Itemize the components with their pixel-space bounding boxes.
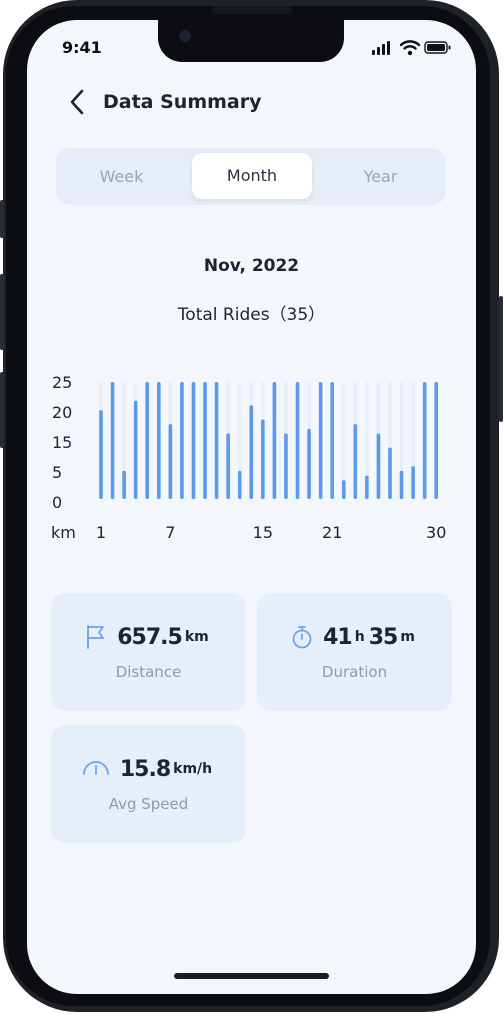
duration-minutes-unit: m: [400, 629, 415, 645]
bar-day-14[interactable]: [249, 405, 254, 499]
avg-speed-label: Avg Speed: [108, 795, 189, 813]
mute-switch: [0, 200, 4, 238]
distance-card: 657.5 km Distance: [51, 593, 246, 711]
bar-day-15[interactable]: [261, 419, 265, 499]
total-rides-label: Total Rides（35）: [177, 305, 326, 325]
screen: 9:41 Data Summary Week Month Year Nov, 2…: [27, 20, 476, 994]
flag-icon: [87, 625, 105, 649]
bar-day-2[interactable]: [110, 382, 115, 499]
bar-day-19[interactable]: [307, 428, 311, 499]
distance-label: Distance: [115, 663, 182, 681]
notch: [158, 20, 344, 62]
period-label: Nov, 2022: [203, 256, 300, 276]
bar-day-4[interactable]: [133, 400, 138, 499]
rides-bar-chart: 25 20 15 5 0 km 1 7 15 21 30: [51, 373, 446, 542]
bar-day-9[interactable]: [191, 382, 196, 499]
bar-day-25[interactable]: [376, 433, 381, 499]
tab-week[interactable]: Week: [56, 148, 187, 205]
home-indicator: [174, 973, 329, 979]
volume-down-button: [0, 372, 4, 448]
bar-day-28[interactable]: [411, 466, 415, 499]
bar-day-10[interactable]: [203, 382, 207, 499]
x-tick-label: 21: [322, 523, 342, 542]
tab-year[interactable]: Year: [315, 148, 446, 205]
x-tick-label: 30: [426, 523, 446, 542]
bar-day-27[interactable]: [399, 470, 404, 499]
status-time: 9:41: [62, 38, 102, 57]
battery-icon: [424, 41, 451, 54]
bar-day-29[interactable]: [422, 382, 427, 499]
speedometer-icon: [82, 761, 109, 775]
bar-day-7[interactable]: [168, 424, 173, 499]
duration-label: Duration: [321, 663, 388, 681]
stopwatch-icon: [292, 626, 312, 649]
duration-card: 41 h 35 m Duration: [257, 593, 452, 711]
y-tick-label: 0: [52, 493, 62, 512]
bar-day-22[interactable]: [341, 480, 346, 499]
status-icons: [372, 40, 451, 56]
x-tick-label: 7: [165, 523, 175, 542]
y-tick-label: 15: [52, 433, 72, 452]
bar-day-6[interactable]: [157, 382, 161, 499]
volume-up-button: [0, 274, 4, 350]
bar-day-20[interactable]: [318, 382, 323, 499]
distance-value: 657.5: [117, 624, 183, 650]
distance-unit: km: [184, 629, 209, 645]
avg-speed-unit: km/h: [173, 761, 213, 777]
bar-day-12[interactable]: [226, 433, 230, 499]
back-button[interactable]: [67, 88, 89, 116]
y-tick-label: 5: [52, 463, 62, 482]
duration-hours: 41: [323, 624, 353, 650]
y-tick-label: 20: [52, 403, 72, 422]
avg-speed-value: 15.8: [119, 756, 171, 782]
front-camera: [179, 30, 191, 42]
bar-day-16[interactable]: [272, 382, 277, 499]
chevron-left-icon: [70, 89, 84, 115]
bar-day-21[interactable]: [330, 382, 334, 499]
power-button: [499, 296, 503, 422]
bar-day-30[interactable]: [434, 382, 439, 499]
signal-icon: [372, 41, 390, 55]
x-axis-unit-label: km: [51, 523, 76, 542]
bar-day-8[interactable]: [180, 382, 184, 499]
y-tick-label: 25: [52, 373, 72, 392]
avg-speed-card: 15.8 km/h Avg Speed: [51, 725, 246, 843]
bar-day-5[interactable]: [145, 382, 150, 499]
bar-day-26[interactable]: [388, 447, 392, 499]
page-title: Data Summary: [103, 91, 262, 113]
bar-day-1[interactable]: [99, 410, 103, 499]
earpiece-speaker: [212, 6, 292, 14]
bar-day-11[interactable]: [214, 382, 219, 499]
duration-hours-unit: h: [354, 629, 365, 645]
x-tick-label: 15: [253, 523, 273, 542]
bar-day-24[interactable]: [365, 475, 369, 499]
bar-day-3[interactable]: [122, 470, 126, 499]
duration-minutes: 35: [368, 624, 399, 650]
bar-day-17[interactable]: [284, 433, 288, 499]
wifi-icon: [399, 40, 421, 56]
bar-day-23[interactable]: [353, 424, 358, 499]
period-segmented-control: Week Month Year: [56, 148, 446, 205]
x-tick-label: 1: [96, 523, 106, 542]
bar-day-13[interactable]: [237, 470, 242, 499]
tab-month[interactable]: Month: [192, 153, 312, 199]
bar-day-18[interactable]: [295, 382, 300, 499]
